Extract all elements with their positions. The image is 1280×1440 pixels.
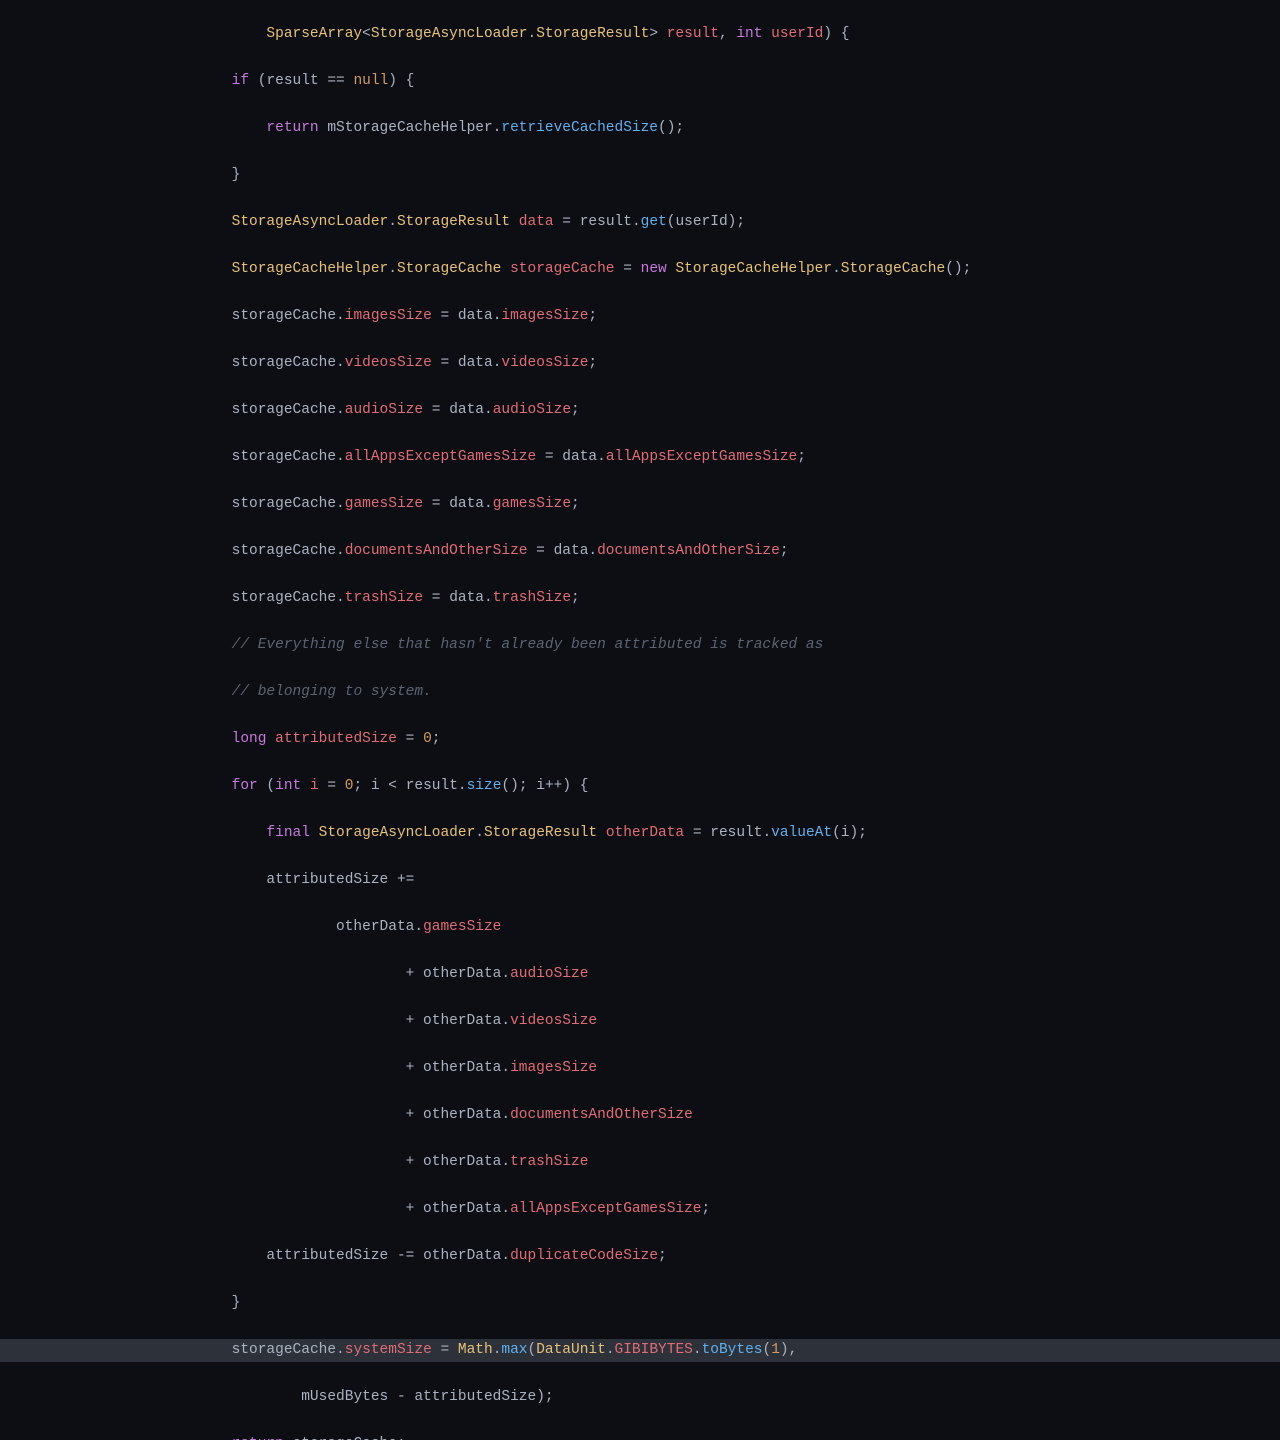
- code-line: final StorageAsyncLoader.StorageResult o…: [0, 822, 1280, 845]
- code-line: storageCache.allAppsExceptGamesSize = da…: [0, 446, 1280, 469]
- code-line: if (result == null) {: [0, 70, 1280, 93]
- code-line: StorageCacheHelper.StorageCache storageC…: [0, 258, 1280, 281]
- code-line: + otherData.trashSize: [0, 1151, 1280, 1174]
- code-line: storageCache.documentsAndOtherSize = dat…: [0, 540, 1280, 563]
- code-line: + otherData.allAppsExceptGamesSize;: [0, 1198, 1280, 1221]
- code-line: + otherData.imagesSize: [0, 1057, 1280, 1080]
- code-editor[interactable]: SparseArray<StorageAsyncLoader.StorageRe…: [0, 0, 1280, 1440]
- code-line: }: [0, 164, 1280, 187]
- code-line: otherData.gamesSize: [0, 916, 1280, 939]
- code-line: storageCache.trashSize = data.trashSize;: [0, 587, 1280, 610]
- code-line: // belonging to system.: [0, 681, 1280, 704]
- code-line: for (int i = 0; i < result.size(); i++) …: [0, 775, 1280, 798]
- code-line: + otherData.videosSize: [0, 1010, 1280, 1033]
- code-line: attributedSize +=: [0, 869, 1280, 892]
- code-line: storageCache.gamesSize = data.gamesSize;: [0, 493, 1280, 516]
- code-line-highlighted: storageCache.systemSize = Math.max(DataU…: [0, 1339, 1280, 1362]
- code-line: }: [0, 1292, 1280, 1315]
- code-line: return storageCache;: [0, 1433, 1280, 1440]
- code-line: storageCache.audioSize = data.audioSize;: [0, 399, 1280, 422]
- code-line: attributedSize -= otherData.duplicateCod…: [0, 1245, 1280, 1268]
- code-line: // Everything else that hasn't already b…: [0, 634, 1280, 657]
- code-line: mUsedBytes - attributedSize);: [0, 1386, 1280, 1409]
- code-line: + otherData.audioSize: [0, 963, 1280, 986]
- code-line: + otherData.documentsAndOtherSize: [0, 1104, 1280, 1127]
- code-line: SparseArray<StorageAsyncLoader.StorageRe…: [0, 23, 1280, 46]
- code-line: long attributedSize = 0;: [0, 728, 1280, 751]
- code-line: return mStorageCacheHelper.retrieveCache…: [0, 117, 1280, 140]
- code-line: StorageAsyncLoader.StorageResult data = …: [0, 211, 1280, 234]
- code-line: storageCache.imagesSize = data.imagesSiz…: [0, 305, 1280, 328]
- code-line: storageCache.videosSize = data.videosSiz…: [0, 352, 1280, 375]
